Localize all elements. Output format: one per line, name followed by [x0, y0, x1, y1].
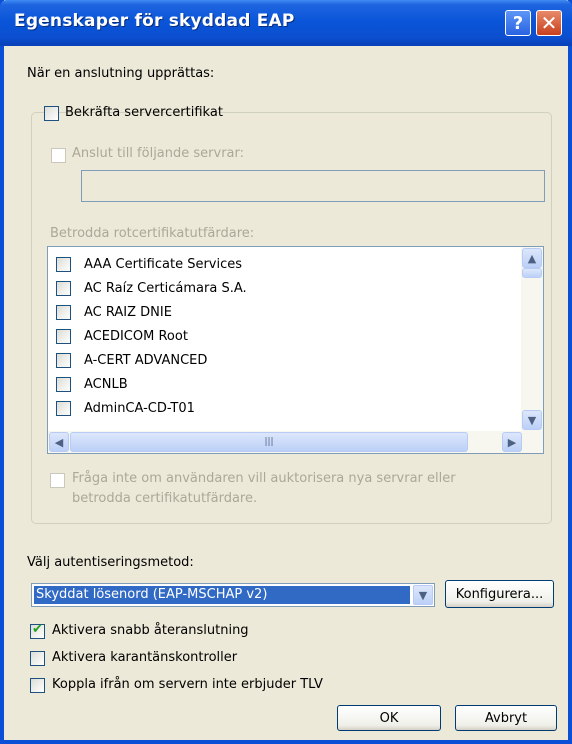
help-icon: ?: [512, 12, 524, 34]
close-button[interactable]: ✕: [536, 10, 562, 36]
connection-heading: När en anslutning upprättas:: [27, 66, 215, 81]
ca-checkbox[interactable]: [56, 329, 71, 344]
verify-cert-label[interactable]: Bekräfta servercertifikat: [65, 105, 223, 120]
no-prompt-label-line2: betrodda certifikatutfärdare.: [72, 491, 258, 506]
scroll-left-icon: ◀: [54, 435, 64, 449]
eap-properties-dialog: Egenskaper för skyddad EAP ? ✕ När en an…: [0, 0, 572, 744]
trusted-ca-label: Betrodda rotcertifikatutfärdare:: [50, 226, 255, 241]
scroll-left-button[interactable]: ◀: [49, 432, 69, 452]
no-prompt-checkbox[interactable]: [50, 473, 65, 488]
trusted-ca-list[interactable]: AAA Certificate Services AC Raíz Certicá…: [47, 246, 544, 454]
scroll-down-icon: ▼: [527, 413, 537, 427]
ca-checkbox[interactable]: [56, 257, 71, 272]
quarantine-label[interactable]: Aktivera karantänskontroller: [52, 650, 237, 665]
grip-icon: |||: [264, 437, 274, 447]
disconnect-tlv-label[interactable]: Koppla ifrån om servern inte erbjuder TL…: [52, 677, 323, 692]
connect-servers-label: Anslut till följande servrar:: [72, 146, 245, 161]
vertical-scroll-thumb[interactable]: [522, 268, 542, 278]
ca-checkbox[interactable]: [56, 305, 71, 320]
window-title: Egenskaper för skyddad EAP: [14, 11, 295, 31]
ok-button[interactable]: OK: [337, 705, 441, 731]
auth-method-select[interactable]: Skyddat lösenord (EAP-MSCHAP v2) ▼: [31, 583, 435, 607]
auth-method-label: Välj autentiseringsmetod:: [27, 555, 194, 570]
servers-input[interactable]: [81, 170, 545, 202]
scroll-right-icon: ▶: [507, 435, 517, 449]
horizontal-scrollbar[interactable]: ◀ ||| ▶: [48, 431, 543, 453]
no-prompt-label-line1: Fråga inte om användaren vill auktoriser…: [72, 471, 456, 486]
quarantine-checkbox[interactable]: [30, 651, 45, 666]
ca-checkbox[interactable]: [56, 353, 71, 368]
dropdown-button[interactable]: ▼: [413, 585, 433, 605]
vertical-scrollbar[interactable]: ▲ ▼: [521, 247, 543, 431]
scroll-down-button[interactable]: ▼: [522, 410, 542, 430]
close-icon: ✕: [540, 11, 558, 35]
fast-reconnect-label[interactable]: Aktivera snabb återanslutning: [52, 623, 249, 638]
help-button[interactable]: ?: [505, 10, 531, 36]
connect-servers-checkbox[interactable]: [51, 148, 66, 163]
title-bar[interactable]: Egenskaper för skyddad EAP ? ✕: [0, 0, 572, 46]
ca-checkbox[interactable]: [56, 401, 71, 416]
ca-checkbox[interactable]: [56, 377, 71, 392]
fast-reconnect-checkbox[interactable]: [30, 622, 45, 639]
auth-method-value: Skyddat lösenord (EAP-MSCHAP v2): [34, 586, 410, 604]
scroll-up-button[interactable]: ▲: [522, 248, 542, 268]
disconnect-tlv-checkbox[interactable]: [30, 678, 45, 693]
verify-cert-checkbox[interactable]: [44, 106, 59, 121]
ca-checkbox[interactable]: [56, 281, 71, 296]
horizontal-scroll-thumb[interactable]: |||: [70, 432, 468, 452]
chevron-down-icon: ▼: [418, 588, 428, 602]
configure-button[interactable]: Konfigurera...: [445, 580, 554, 608]
verify-cert-legend: Bekräfta servercertifikat: [44, 103, 223, 125]
cancel-button[interactable]: Avbryt: [455, 705, 557, 731]
scroll-right-button[interactable]: ▶: [502, 432, 522, 452]
scroll-up-icon: ▲: [527, 251, 537, 265]
